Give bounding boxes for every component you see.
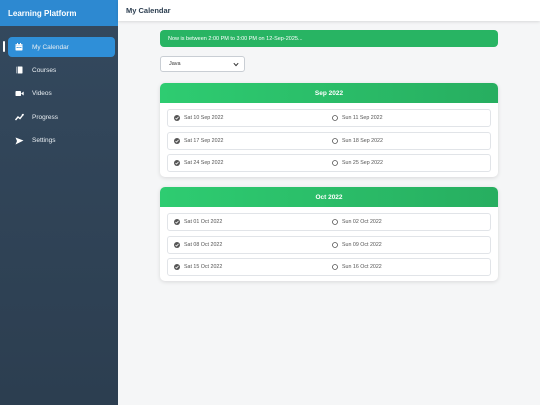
day-option[interactable]: Sat 10 Sep 2022: [168, 115, 329, 121]
day-label: Sat 08 Oct 2022: [184, 241, 223, 248]
time-banner: Now is between 2:00 PM to 3:00 PM on 12-…: [160, 30, 498, 47]
course-select-value: Java: [169, 61, 181, 67]
chart-icon: [14, 112, 24, 122]
day-label: Sun 18 Sep 2022: [342, 137, 383, 144]
empty-circle-icon: [332, 137, 338, 144]
sidebar-item-settings[interactable]: Settings: [8, 131, 115, 151]
calendar-icon: [14, 42, 24, 52]
day-option[interactable]: Sat 08 Oct 2022: [168, 241, 329, 248]
sidebar-item-label: Courses: [32, 66, 57, 74]
month-card: Sep 2022 Sat 10 Sep 2022 Sun 11 Sep 2022…: [160, 83, 498, 178]
day-row: Sat 24 Sep 2022 Sun 25 Sep 2022: [167, 154, 491, 173]
page-header: My Calendar: [118, 0, 540, 21]
sidebar-item-progress[interactable]: Progress: [8, 107, 115, 127]
month-card: Oct 2022 Sat 01 Oct 2022 Sun 02 Oct 2022…: [160, 187, 498, 282]
day-row: Sat 10 Sep 2022 Sun 11 Sep 2022: [167, 109, 491, 127]
check-circle-icon: [174, 137, 180, 144]
book-icon: [14, 65, 24, 75]
banner-text: Now is between 2:00 PM to 3:00 PM on 12-…: [168, 35, 303, 42]
day-row: Sat 17 Sep 2022 Sun 18 Sep 2022: [167, 131, 491, 150]
sidebar-item-my-calendar[interactable]: My Calendar: [8, 37, 115, 57]
day-label: Sun 09 Oct 2022: [342, 241, 382, 248]
sidebar-item-videos[interactable]: Videos: [8, 84, 115, 104]
day-label: Sun 02 Oct 2022: [342, 219, 382, 225]
video-icon: [14, 89, 24, 99]
day-option[interactable]: Sat 24 Sep 2022: [168, 160, 329, 167]
day-label: Sun 16 Oct 2022: [342, 264, 382, 271]
sidebar-item-label: Videos: [32, 90, 52, 98]
send-icon: [14, 136, 24, 146]
day-row: Sat 08 Oct 2022 Sun 09 Oct 2022: [167, 235, 491, 254]
day-option[interactable]: Sat 01 Oct 2022: [168, 219, 329, 225]
day-label: Sun 25 Sep 2022: [342, 160, 383, 167]
check-circle-icon: [174, 219, 180, 225]
sidebar-item-label: Progress: [32, 113, 59, 121]
day-list: Sat 10 Sep 2022 Sun 11 Sep 2022 Sat 17 S…: [160, 103, 498, 177]
day-option[interactable]: Sun 18 Sep 2022: [329, 138, 490, 144]
day-option[interactable]: Sat 15 Oct 2022: [168, 264, 329, 271]
day-row: Sat 15 Oct 2022 Sun 16 Oct 2022: [167, 258, 491, 277]
day-option[interactable]: Sun 16 Oct 2022: [329, 264, 490, 270]
check-circle-icon: [174, 160, 180, 167]
empty-circle-icon: [332, 115, 338, 121]
month-header: Oct 2022: [160, 187, 498, 207]
sidebar-nav: My Calendar Courses Videos Progress Sett…: [0, 26, 118, 151]
day-option[interactable]: Sun 11 Sep 2022: [329, 115, 490, 121]
day-label: Sat 01 Oct 2022: [184, 219, 223, 225]
empty-circle-icon: [332, 219, 338, 225]
empty-circle-icon: [332, 264, 338, 271]
sidebar-item-label: Settings: [32, 137, 56, 145]
sidebar: Learning Platform My Calendar Courses Vi…: [0, 0, 118, 405]
check-circle-icon: [174, 264, 180, 271]
day-list: Sat 01 Oct 2022 Sun 02 Oct 2022 Sat 08 O…: [160, 207, 498, 281]
day-label: Sun 11 Sep 2022: [342, 115, 383, 121]
day-label: Sat 24 Sep 2022: [184, 160, 224, 167]
day-option[interactable]: Sun 09 Oct 2022: [329, 242, 490, 248]
check-circle-icon: [174, 115, 180, 121]
day-row: Sat 01 Oct 2022 Sun 02 Oct 2022: [167, 213, 491, 231]
day-label: Sat 10 Sep 2022: [184, 115, 224, 121]
check-circle-icon: [174, 241, 180, 248]
day-option[interactable]: Sun 25 Sep 2022: [329, 160, 490, 166]
day-label: Sat 15 Oct 2022: [184, 264, 223, 271]
course-select[interactable]: Java: [160, 56, 245, 72]
empty-circle-icon: [332, 241, 338, 248]
day-option[interactable]: Sat 17 Sep 2022: [168, 137, 329, 144]
empty-circle-icon: [332, 160, 338, 167]
day-option[interactable]: Sun 02 Oct 2022: [329, 219, 490, 225]
chevron-down-icon: [233, 62, 239, 69]
month-header: Sep 2022: [160, 83, 498, 103]
day-label: Sat 17 Sep 2022: [184, 137, 224, 144]
page-title: My Calendar: [126, 6, 171, 15]
app-title: Learning Platform: [0, 0, 118, 26]
sidebar-item-label: My Calendar: [32, 43, 69, 51]
sidebar-item-courses[interactable]: Courses: [8, 60, 115, 80]
